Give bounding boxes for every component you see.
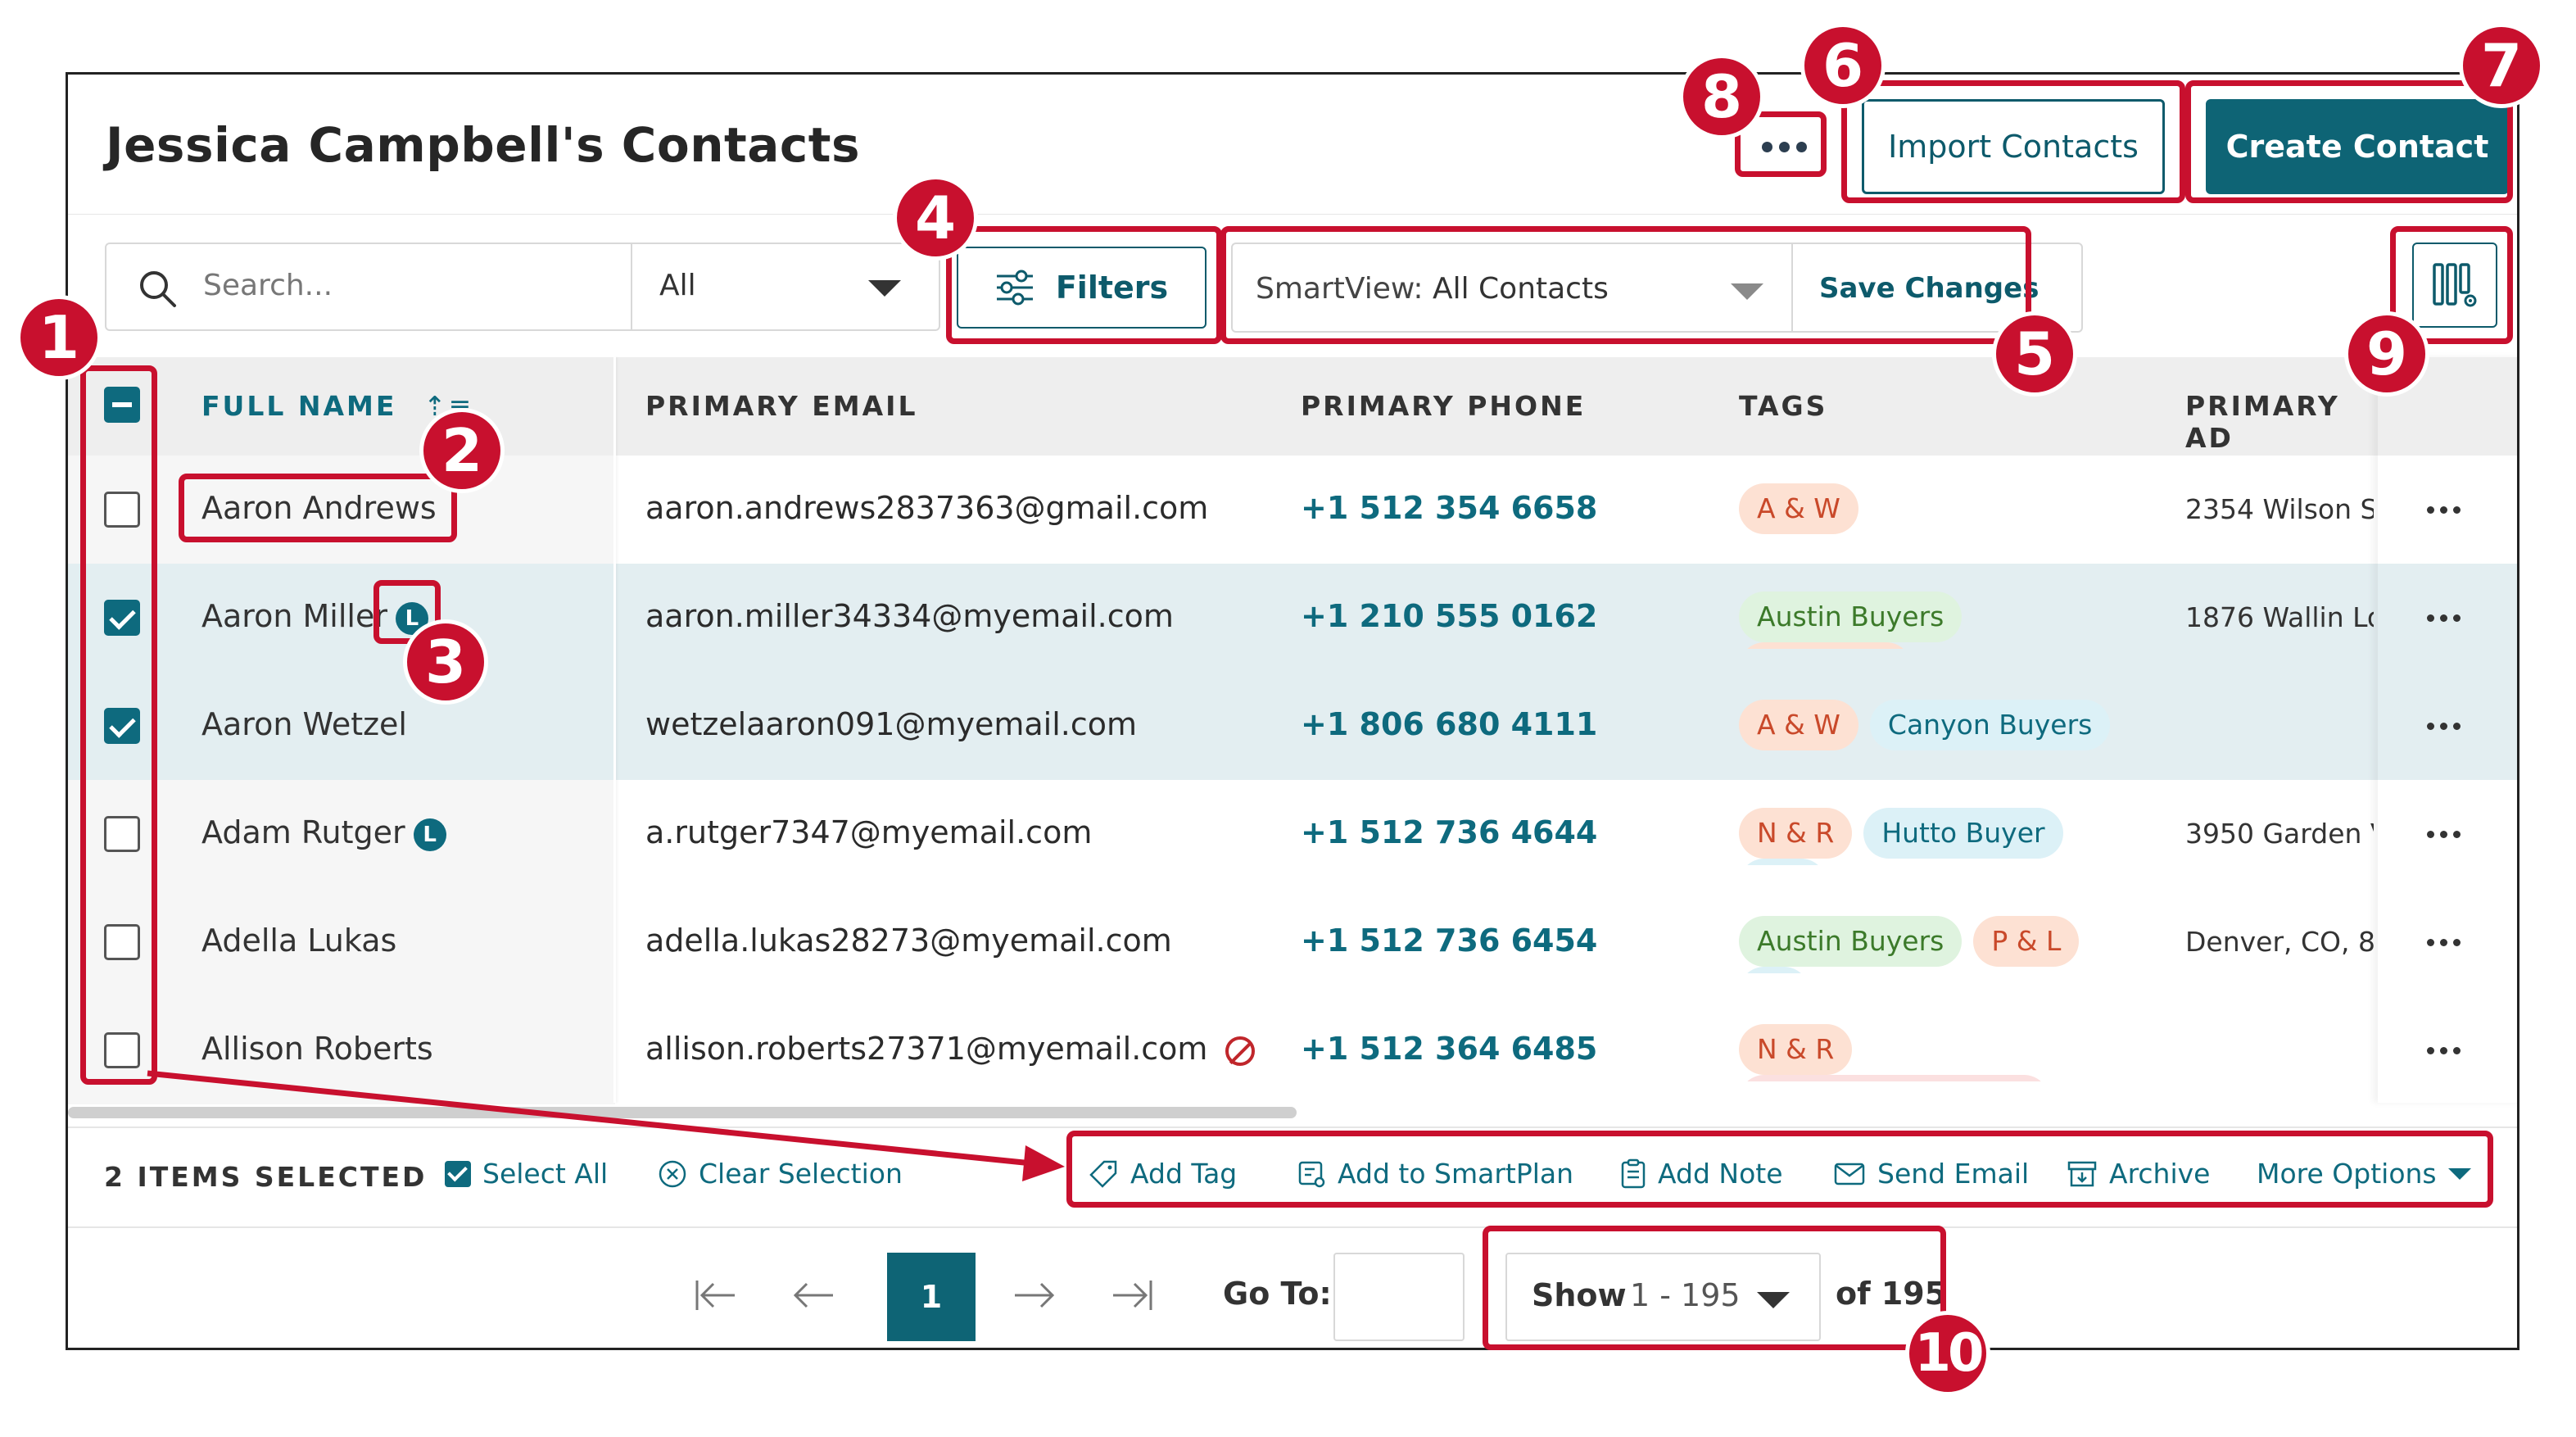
- annotation-box-pager: [1483, 1226, 1946, 1350]
- annotation-box-bulk-actions: [1066, 1131, 2493, 1208]
- annotation-arrow: [147, 1070, 1065, 1181]
- annotation-badge-6: 6: [1800, 23, 1886, 108]
- annotation-box-checkboxes: [80, 365, 157, 1085]
- annotation-box-create: [2185, 80, 2513, 203]
- annotation-box-import: [1841, 80, 2185, 203]
- annotation-box-contact-name: [179, 474, 457, 542]
- annotation-badge-3: 3: [403, 619, 488, 705]
- annotation-badge-9: 9: [2344, 311, 2429, 397]
- annotation-badge-1: 1: [16, 295, 102, 380]
- annotation-badge-2: 2: [419, 408, 505, 493]
- annotation-badge-10: 10: [1905, 1311, 1990, 1396]
- annotation-badge-5: 5: [1992, 311, 2077, 397]
- annotation-badge-8: 8: [1679, 54, 1764, 139]
- annotation-badge-7: 7: [2459, 23, 2544, 108]
- annotation-box-smartview: [1220, 226, 2031, 344]
- annotation-box-filters: [946, 226, 1222, 344]
- annotation-badge-4: 4: [893, 175, 978, 261]
